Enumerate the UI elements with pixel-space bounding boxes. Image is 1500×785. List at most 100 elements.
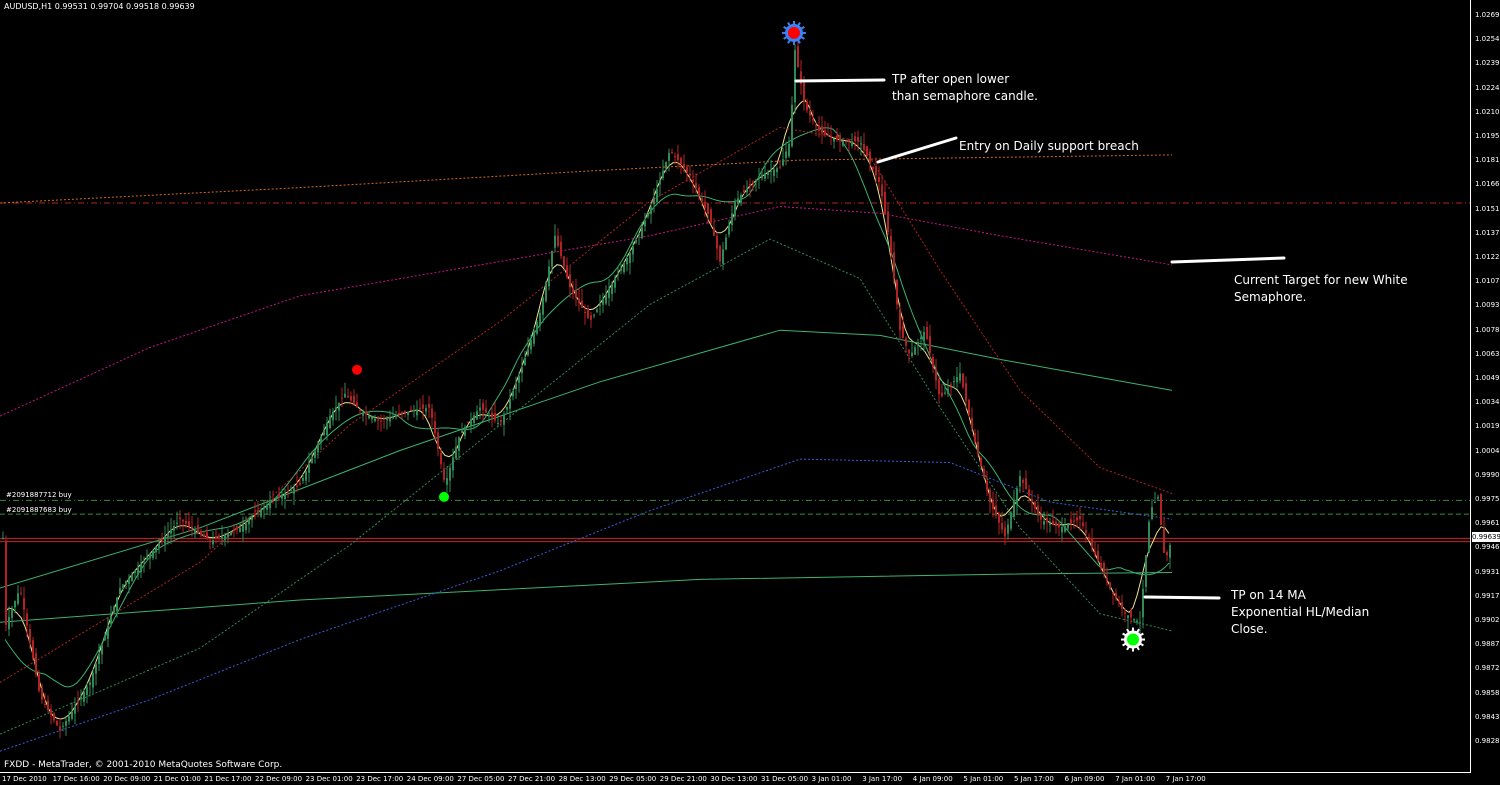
candle-body bbox=[1106, 577, 1108, 582]
candle-body bbox=[1073, 520, 1075, 522]
candle-body bbox=[653, 197, 655, 205]
price-tick-label: 1.01225 bbox=[1475, 253, 1500, 261]
time-tick-label: 30 Dec 13:00 bbox=[710, 775, 758, 783]
candle-body bbox=[557, 235, 559, 246]
current-price-label: 0.99639 bbox=[1472, 532, 1500, 542]
ma-fast-line bbox=[4, 99, 1170, 720]
price-tick-label: 1.02100 bbox=[1475, 107, 1500, 116]
candle-body bbox=[497, 423, 499, 425]
candle-body bbox=[968, 399, 970, 415]
annotation-line: Close. bbox=[1231, 622, 1268, 636]
annotation-pointer bbox=[1143, 595, 1221, 600]
candle-body bbox=[722, 249, 724, 264]
candle-body bbox=[11, 609, 13, 618]
candle-body bbox=[2, 538, 4, 540]
candle-body bbox=[599, 304, 601, 307]
candle-body bbox=[887, 211, 889, 233]
candle-body bbox=[608, 288, 610, 298]
candle-body bbox=[1055, 521, 1057, 527]
candle-body bbox=[254, 513, 256, 515]
candle-body bbox=[659, 179, 661, 185]
candle-body bbox=[770, 170, 772, 172]
candle-body bbox=[1004, 527, 1006, 537]
candle-body bbox=[194, 530, 196, 533]
chart-window[interactable]: AUDUSD,H1 0.99531 0.99704 0.99518 0.9963… bbox=[0, 0, 1500, 785]
price-chart[interactable] bbox=[0, 0, 1500, 785]
candle-body bbox=[125, 581, 127, 585]
candle-body bbox=[38, 674, 40, 691]
candle-body bbox=[464, 426, 466, 436]
time-tick-label: 27 Dec 05:00 bbox=[457, 775, 505, 783]
candle-body bbox=[59, 726, 61, 731]
candle-body bbox=[1088, 536, 1090, 540]
candle-body bbox=[977, 441, 979, 454]
order-label-1[interactable]: #2091887712 buy bbox=[6, 491, 72, 499]
candle-body bbox=[533, 331, 535, 344]
candle-body bbox=[632, 246, 634, 255]
candle-body bbox=[686, 167, 688, 172]
candle-body bbox=[326, 423, 328, 436]
annotation-tp-14ma: TP on 14 MA Exponential HL/Median Close. bbox=[1231, 587, 1369, 638]
price-tick-label: 0.99900 bbox=[1475, 470, 1500, 479]
candle-body bbox=[1022, 480, 1024, 483]
price-tick-label: 0.98285 bbox=[1475, 737, 1500, 745]
time-tick-label: 27 Dec 21:00 bbox=[508, 775, 556, 783]
candle-body bbox=[626, 258, 628, 265]
candle-body bbox=[839, 135, 841, 142]
candle-body bbox=[179, 517, 181, 520]
candle-body bbox=[815, 125, 817, 127]
candle-body bbox=[245, 522, 247, 531]
candle-body bbox=[329, 416, 331, 429]
candle-body bbox=[1151, 507, 1153, 520]
candle-body bbox=[260, 509, 262, 517]
candle-body bbox=[206, 532, 208, 540]
time-tick-label: 20 Dec 09:00 bbox=[103, 775, 151, 783]
order-label-2[interactable]: #2091887683 buy bbox=[6, 506, 72, 514]
candle-body bbox=[1127, 615, 1129, 619]
candle-body bbox=[965, 383, 967, 401]
candle-body bbox=[986, 481, 988, 491]
candle-body bbox=[350, 395, 352, 401]
candle-body bbox=[263, 507, 265, 509]
candle-body bbox=[53, 713, 55, 721]
semaphore-marker bbox=[352, 364, 362, 375]
candle-body bbox=[257, 510, 259, 513]
candle-body bbox=[857, 136, 859, 142]
candle-body bbox=[992, 501, 994, 509]
candle-body bbox=[638, 233, 640, 236]
candle-body bbox=[890, 235, 892, 253]
candle-body bbox=[566, 265, 568, 277]
candle-body bbox=[611, 283, 613, 295]
candle-body bbox=[20, 592, 22, 594]
time-tick-label: 28 Dec 13:00 bbox=[558, 775, 606, 783]
candle-body bbox=[110, 616, 112, 625]
candle-body bbox=[866, 146, 868, 157]
candle-body bbox=[278, 493, 280, 497]
price-tick-label: 0.99610 bbox=[1475, 519, 1500, 528]
candle-body bbox=[308, 464, 310, 473]
candle-body bbox=[731, 213, 733, 225]
candle-body bbox=[392, 416, 394, 419]
candle-body bbox=[1058, 523, 1060, 528]
candle-body bbox=[386, 418, 388, 421]
candle-body bbox=[317, 443, 319, 453]
candle-body bbox=[476, 411, 478, 420]
candle-body bbox=[353, 396, 355, 405]
candle-body bbox=[1154, 502, 1156, 504]
candle-body bbox=[221, 536, 223, 539]
candle-body bbox=[419, 407, 421, 410]
annotation-line: Current Target for new White bbox=[1234, 273, 1408, 287]
price-tick-label: 1.02690 bbox=[1475, 11, 1500, 19]
price-tick-label: 0.99755 bbox=[1475, 495, 1500, 503]
candle-body bbox=[893, 252, 895, 279]
candle-body bbox=[242, 525, 244, 532]
candle-body bbox=[824, 130, 826, 135]
candle-body bbox=[209, 540, 211, 542]
candle-body bbox=[287, 490, 289, 492]
candle-body bbox=[167, 532, 169, 537]
candle-body bbox=[404, 411, 406, 413]
candle-body bbox=[1157, 496, 1159, 499]
candle-body bbox=[962, 373, 964, 387]
candle-body bbox=[164, 536, 166, 544]
candle-body bbox=[860, 143, 862, 145]
